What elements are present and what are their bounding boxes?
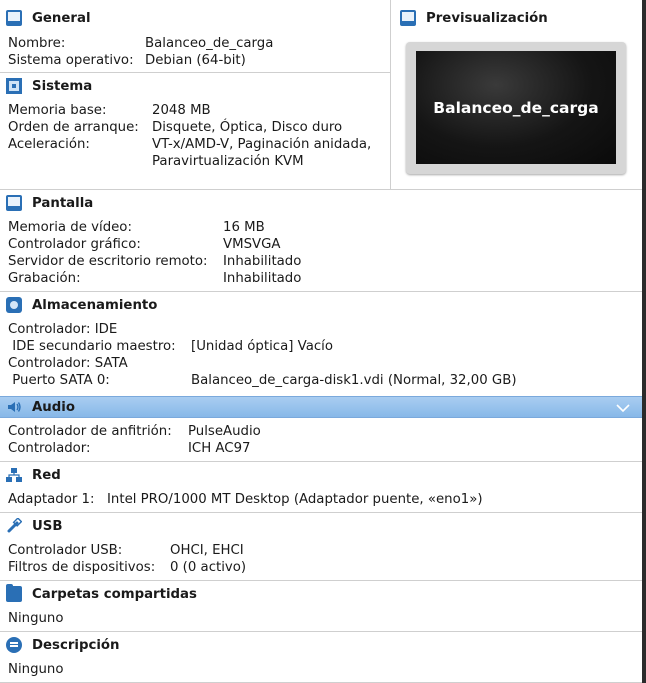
- preview-frame: Balanceo_de_carga: [406, 42, 626, 174]
- pantalla-title: Pantalla: [32, 195, 94, 211]
- audio-header-selected[interactable]: Audio: [0, 396, 642, 418]
- preview-screen-text: Balanceo_de_carga: [433, 98, 599, 117]
- almacenamiento-title: Almacenamiento: [32, 297, 158, 313]
- preview-screen: Balanceo_de_carga: [416, 51, 616, 164]
- carpetas-title: Carpetas compartidas: [32, 586, 197, 602]
- usb-header[interactable]: USB: [6, 516, 63, 536]
- network-icon: [6, 467, 22, 483]
- monitor-icon: [400, 10, 416, 26]
- red-title: Red: [32, 467, 61, 483]
- red-header[interactable]: Red: [6, 465, 61, 485]
- preview-title: Previsualización: [426, 10, 548, 26]
- descripcion-title: Descripción: [32, 637, 120, 653]
- audio-header[interactable]: Audio: [6, 397, 75, 417]
- speaker-icon: [6, 399, 22, 415]
- folder-icon: [6, 584, 22, 602]
- almacenamiento-header[interactable]: Almacenamiento: [6, 295, 157, 315]
- sistema-header[interactable]: Sistema: [6, 76, 92, 96]
- disk-icon: [6, 297, 22, 313]
- usb-icon: [6, 517, 23, 534]
- speech-bubble-icon: [6, 637, 22, 653]
- preview-header[interactable]: Previsualización: [400, 8, 548, 28]
- monitor-icon: [6, 195, 22, 211]
- chip-icon: [6, 78, 22, 94]
- monitor-icon: [6, 10, 22, 26]
- carpetas-header[interactable]: Carpetas compartidas: [6, 584, 197, 604]
- general-title: General: [32, 10, 91, 26]
- audio-title: Audio: [32, 399, 75, 415]
- window-edge: [642, 0, 646, 683]
- pantalla-header[interactable]: Pantalla: [6, 193, 93, 213]
- descripcion-header[interactable]: Descripción: [6, 635, 120, 655]
- sistema-title: Sistema: [32, 78, 93, 94]
- chevron-down-icon[interactable]: [616, 401, 630, 415]
- usb-title: USB: [32, 518, 63, 534]
- general-header[interactable]: General: [6, 8, 91, 28]
